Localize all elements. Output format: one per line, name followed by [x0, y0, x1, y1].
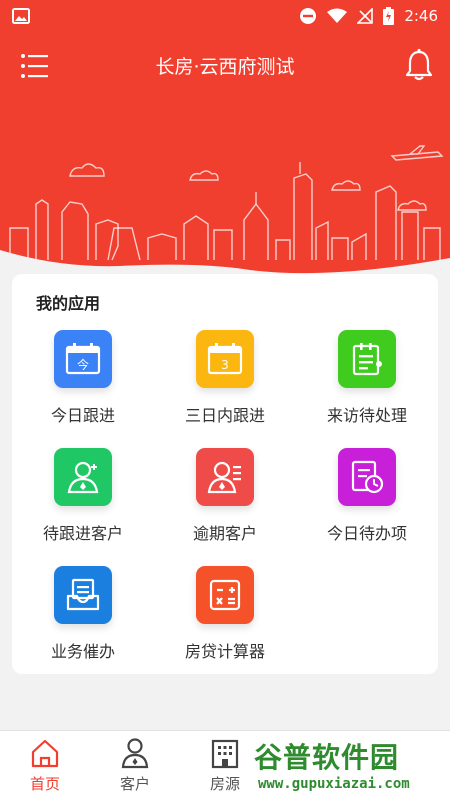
no-signal-icon — [357, 8, 374, 24]
dnd-icon — [300, 8, 317, 24]
battery-charging-icon — [383, 7, 395, 25]
tab-home[interactable]: 首页 — [0, 731, 90, 800]
section-title: 我的应用 — [36, 294, 101, 313]
calculator-icon — [196, 566, 254, 624]
city-skyline-illustration — [0, 145, 450, 280]
app-label: 今日跟进 — [50, 406, 115, 425]
app-today-followup[interactable]: 今 今日跟进 — [12, 326, 154, 444]
app-bar: 长房·云西府测试 — [0, 32, 450, 100]
app-mortgage-calculator[interactable]: 房贷计算器 — [154, 562, 296, 680]
home-icon — [31, 739, 59, 768]
client-overdue-icon — [196, 448, 254, 506]
app-label: 房贷计算器 — [184, 642, 265, 661]
tab-label: 首页 — [29, 775, 60, 793]
app-label: 今日待办项 — [326, 524, 407, 543]
notepad-icon — [338, 330, 396, 388]
my-apps-card: 我的应用 今 今日跟进 3 三日内跟进 来访待处理 待跟进客户 逾期客户 今日待… — [12, 274, 438, 674]
skyline-banner — [0, 100, 450, 280]
tab-label: 客户 — [119, 775, 150, 793]
person-icon — [121, 738, 149, 769]
watermark: 谷普软件园 www.gupuxiazai.com — [248, 734, 450, 800]
app-three-day-followup[interactable]: 3 三日内跟进 — [154, 326, 296, 444]
app-label: 业务催办 — [50, 642, 115, 661]
app-label: 三日内跟进 — [184, 406, 265, 425]
page-title: 长房·云西府测试 — [155, 56, 295, 78]
app-pending-clients[interactable]: 待跟进客户 — [12, 444, 154, 562]
client-pending-icon — [54, 448, 112, 506]
app-label: 来访待处理 — [326, 406, 407, 425]
app-overdue-clients[interactable]: 逾期客户 — [154, 444, 296, 562]
app-label: 逾期客户 — [192, 524, 257, 543]
app-visit-pending[interactable]: 来访待处理 — [296, 326, 438, 444]
app-label: 待跟进客户 — [42, 524, 123, 543]
status-time: 2:46 — [404, 7, 438, 25]
tab-clients[interactable]: 客户 — [90, 731, 180, 800]
calendar-badge-today: 今 — [77, 357, 89, 372]
calendar-three-icon: 3 — [196, 330, 254, 388]
status-bar: 2:46 — [0, 0, 450, 32]
wifi-icon — [327, 8, 348, 23]
inbox-tray-icon — [54, 566, 112, 624]
app-business-urge[interactable]: 业务催办 — [12, 562, 154, 680]
bell-icon[interactable] — [404, 48, 434, 82]
watermark-cn: 谷普软件园 — [254, 741, 400, 774]
calendar-today-icon: 今 — [54, 330, 112, 388]
app-today-todo[interactable]: 今日待办项 — [296, 444, 438, 562]
calendar-badge-three: 3 — [221, 358, 229, 372]
building-icon — [211, 739, 239, 769]
image-notification-icon — [12, 8, 30, 24]
watermark-en: www.gupuxiazai.com — [258, 776, 410, 792]
todo-clock-icon — [338, 448, 396, 506]
